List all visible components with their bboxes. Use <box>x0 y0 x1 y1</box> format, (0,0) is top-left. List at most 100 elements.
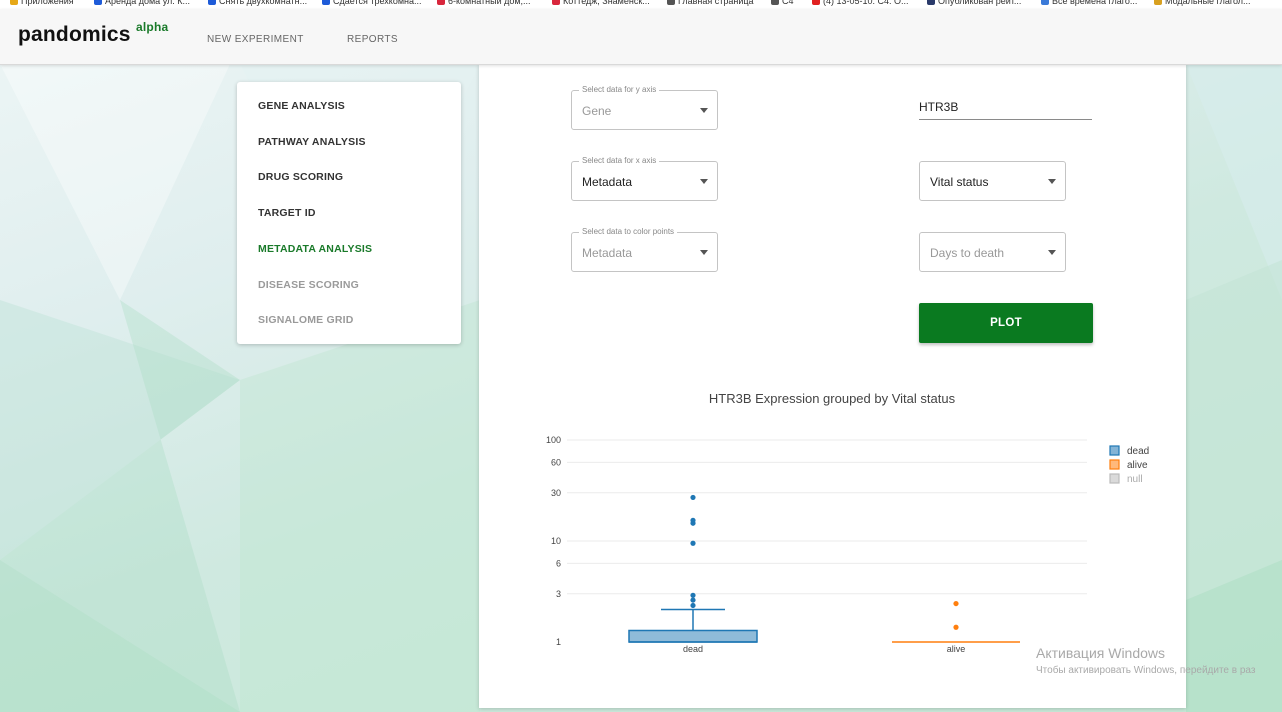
x-axis-select-label: Select data for x axis <box>579 156 660 165</box>
legend-swatch-null <box>1109 473 1120 484</box>
bookmark-item[interactable]: Все времена глаго... <box>1041 0 1137 6</box>
outlier-point-dead <box>690 517 696 523</box>
box-dead <box>628 629 758 643</box>
y-axis-select-label: Select data for y axis <box>579 85 660 94</box>
nav-new-experiment[interactable]: NEW EXPERIMENT <box>207 34 304 45</box>
chevron-down-icon <box>700 250 708 255</box>
logo-badge: alpha <box>136 20 169 34</box>
bookmark-icon <box>1154 0 1162 5</box>
outlier-point-alive <box>953 600 959 607</box>
analysis-menu: GENE ANALYSIS PATHWAY ANALYSIS DRUG SCOR… <box>237 82 461 344</box>
y-axis-select-value: Gene <box>582 104 612 118</box>
menu-item-metadata-analysis[interactable]: METADATA ANALYSIS <box>258 243 372 255</box>
chevron-down-icon <box>1048 250 1056 255</box>
outlier-point-dead <box>690 540 696 546</box>
x-axis-select[interactable]: Select data for x axis Metadata <box>571 156 718 201</box>
gene-input[interactable]: HTR3B <box>919 90 1092 120</box>
bookmark-label: Опубликован рейт... <box>938 0 1022 6</box>
menu-item-target-id[interactable]: TARGET ID <box>258 207 316 219</box>
menu-item-pathway-analysis[interactable]: PATHWAY ANALYSIS <box>258 136 366 148</box>
bookmark-item[interactable]: Аренда дома ул. К... <box>94 0 190 6</box>
watermark-subtitle: Чтобы активировать Windows, перейдите в … <box>1036 665 1256 676</box>
bookmark-item[interactable]: (4) 13-05-10. C4. O... <box>812 0 909 6</box>
bookmark-icon <box>667 0 675 5</box>
metadata-analysis-panel: Select data for y axis Gene HTR3B Select… <box>479 64 1186 708</box>
bookmark-item[interactable]: Коттедж, Знаменск... <box>552 0 650 6</box>
chevron-down-icon <box>700 179 708 184</box>
box-plot-chart[interactable]: HTR3B Expression grouped by Vital status… <box>479 384 1186 684</box>
outlier-point-alive <box>953 624 959 630</box>
color-select-label: Select data to color points <box>579 227 678 236</box>
chevron-down-icon <box>1048 179 1056 184</box>
color-select[interactable]: Select data to color points Metadata <box>571 227 718 272</box>
app-header: pandomics alpha NEW EXPERIMENT REPORTS <box>0 9 1282 65</box>
bookmark-icon <box>10 0 18 5</box>
color-select-value: Metadata <box>582 246 633 260</box>
bookmark-icon <box>927 0 935 5</box>
outlier-point-dead <box>690 597 696 603</box>
bookmark-item[interactable]: 6-комнатный дом,... <box>437 0 531 6</box>
bookmark-item[interactable]: Модальные глагол... <box>1154 0 1251 6</box>
y-tick-label: 30 <box>551 488 561 498</box>
y-tick-label: 100 <box>546 435 561 445</box>
bookmark-item[interactable]: Приложения <box>10 0 74 6</box>
bookmark-icon <box>812 0 820 5</box>
watermark-title: Активация Windows <box>1036 645 1166 661</box>
windows-activation-watermark: Активация Windows Чтобы активировать Win… <box>1036 645 1255 676</box>
x-tick-label: alive <box>947 644 966 654</box>
bookmark-label: Сдается трехкомна... <box>333 0 422 6</box>
bookmark-item[interactable]: C4 <box>771 0 794 6</box>
legend-swatch-dead <box>1109 445 1120 456</box>
legend-label-alive: alive <box>1127 460 1148 471</box>
nav-reports[interactable]: REPORTS <box>347 34 398 45</box>
bookmark-icon <box>208 0 216 5</box>
bookmark-label: Приложения <box>21 0 74 6</box>
bookmark-label: (4) 13-05-10. C4. O... <box>823 0 909 6</box>
chevron-down-icon <box>700 108 708 113</box>
y-axis-select[interactable]: Select data for y axis Gene <box>571 85 718 130</box>
bookmark-icon <box>771 0 779 5</box>
bookmark-item[interactable]: Сдается трехкомна... <box>322 0 422 6</box>
menu-item-disease-scoring: DISEASE SCORING <box>258 279 360 291</box>
bookmark-label: Аренда дома ул. К... <box>105 0 190 6</box>
legend-label-null: null <box>1127 474 1143 485</box>
outlier-point-dead <box>690 602 696 609</box>
logo[interactable]: pandomics alpha <box>18 20 168 47</box>
menu-item-drug-scoring[interactable]: DRUG SCORING <box>258 171 343 183</box>
menu-item-gene-analysis[interactable]: GENE ANALYSIS <box>258 100 345 112</box>
color-metadata-select-value: Days to death <box>930 246 1005 260</box>
y-tick-label: 3 <box>556 589 561 599</box>
bookmark-label: Все времена глаго... <box>1052 0 1138 6</box>
logo-text: pandomics <box>18 23 131 46</box>
chart-title: HTR3B Expression grouped by Vital status <box>709 391 956 406</box>
bookmark-icon <box>1041 0 1049 5</box>
bookmark-icon <box>552 0 560 5</box>
outlier-point-dead <box>690 592 696 598</box>
bookmark-label: 6-комнатный дом,... <box>448 0 531 6</box>
plot-button[interactable]: PLOT <box>919 303 1093 343</box>
y-tick-label: 60 <box>551 457 561 467</box>
y-tick-label: 6 <box>556 558 561 568</box>
x-metadata-select-value: Vital status <box>930 175 989 189</box>
bookmark-label: Снять двухкомнатн... <box>219 0 308 6</box>
gene-input-value: HTR3B <box>919 100 959 114</box>
bookmark-icon <box>94 0 102 5</box>
legend-label-dead: dead <box>1127 446 1149 457</box>
bookmark-label: Коттедж, Знаменск... <box>563 0 650 6</box>
bookmark-label: Модальные глагол... <box>1165 0 1251 6</box>
x-metadata-select[interactable]: Vital status <box>919 161 1066 201</box>
x-tick-label: dead <box>683 644 703 654</box>
y-tick-label: 1 <box>556 637 561 647</box>
bookmark-icon <box>322 0 330 5</box>
bookmark-item[interactable]: Главная страница <box>667 0 754 6</box>
bookmark-label: C4 <box>782 0 794 6</box>
y-tick-label: 10 <box>551 536 561 546</box>
legend-swatch-alive <box>1109 459 1120 470</box>
bookmark-label: Главная страница <box>678 0 754 6</box>
menu-item-signalome-grid: SIGNALOME GRID <box>258 314 354 326</box>
color-metadata-select[interactable]: Days to death <box>919 232 1066 272</box>
bookmark-item[interactable]: Опубликован рейт... <box>927 0 1021 6</box>
bookmarks-bar: Приложения Аренда дома ул. К... Снять двух… <box>0 0 1282 9</box>
bookmark-item[interactable]: Снять двухкомнатн... <box>208 0 307 6</box>
outlier-point-dead <box>690 494 696 501</box>
